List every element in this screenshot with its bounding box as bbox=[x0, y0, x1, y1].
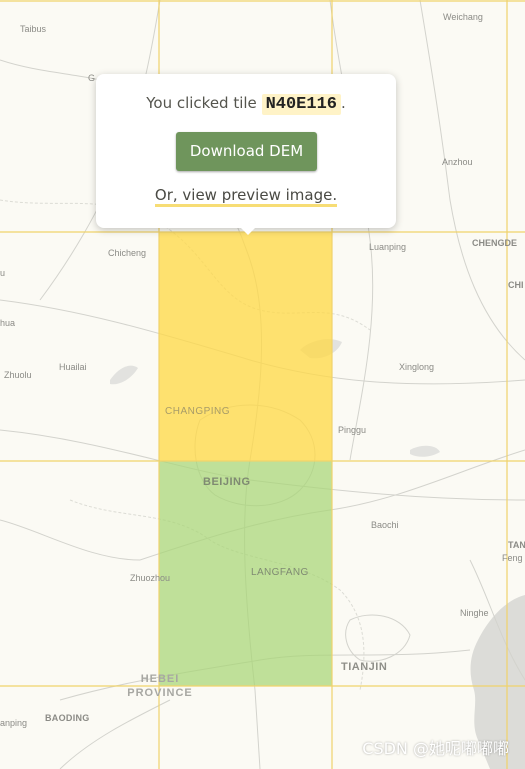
label-xinglong: Xinglong bbox=[399, 362, 435, 372]
label-tianjin: TIANJIN bbox=[341, 661, 388, 673]
label-huailai: Huailai bbox=[59, 362, 87, 372]
label-chi: CHI bbox=[508, 280, 524, 290]
popup-message: You clicked tile N40E116. bbox=[96, 94, 396, 115]
label-g-fragment: G bbox=[88, 73, 96, 83]
label-hebei: HEBEI bbox=[140, 673, 180, 685]
label-langfang: LANGFANG bbox=[251, 567, 309, 578]
popup-prefix: You clicked tile bbox=[146, 94, 257, 112]
tile-popup: You clicked tile N40E116. Download DEM O… bbox=[96, 74, 396, 235]
label-ninghe: Ninghe bbox=[460, 608, 489, 618]
download-dem-button[interactable]: Download DEM bbox=[176, 132, 317, 171]
label-zhuozhou: Zhuozhou bbox=[130, 573, 171, 583]
label-weichang: Weichang bbox=[443, 12, 483, 22]
label-anzhou: Anzhou bbox=[442, 157, 473, 167]
label-baoding: BAODING bbox=[45, 713, 90, 723]
label-luanping: Luanping bbox=[369, 242, 407, 252]
popup-suffix: . bbox=[341, 94, 346, 112]
label-changping: CHANGPING bbox=[165, 406, 231, 417]
selected-tile-n40e116[interactable] bbox=[159, 232, 332, 461]
preview-link-row: Or, view preview image. bbox=[96, 186, 396, 207]
label-zhuolu: Zhuolu bbox=[4, 370, 32, 380]
label-pinggu: Pinggu bbox=[338, 425, 367, 435]
tile-code: N40E116 bbox=[261, 94, 341, 115]
watermark: CSDN @她呢嘟嘟嘟 bbox=[362, 739, 509, 758]
label-chicheng: Chicheng bbox=[108, 248, 147, 258]
label-province: PROVINCE bbox=[127, 687, 193, 699]
label-chengde: CHENGDE bbox=[472, 238, 518, 248]
label-taibus: Taibus bbox=[20, 24, 47, 34]
label-beijing: BEIJING bbox=[203, 476, 251, 488]
label-baochi: Baochi bbox=[371, 520, 399, 530]
label-hua-fragment: hua bbox=[0, 318, 16, 328]
view-preview-link[interactable]: Or, view preview image. bbox=[154, 186, 338, 207]
label-feng: Feng bbox=[502, 553, 523, 563]
label-anping-fragment: anping bbox=[0, 718, 28, 728]
label-u-fragment: u bbox=[0, 268, 6, 278]
label-tan: TAN bbox=[508, 540, 525, 550]
